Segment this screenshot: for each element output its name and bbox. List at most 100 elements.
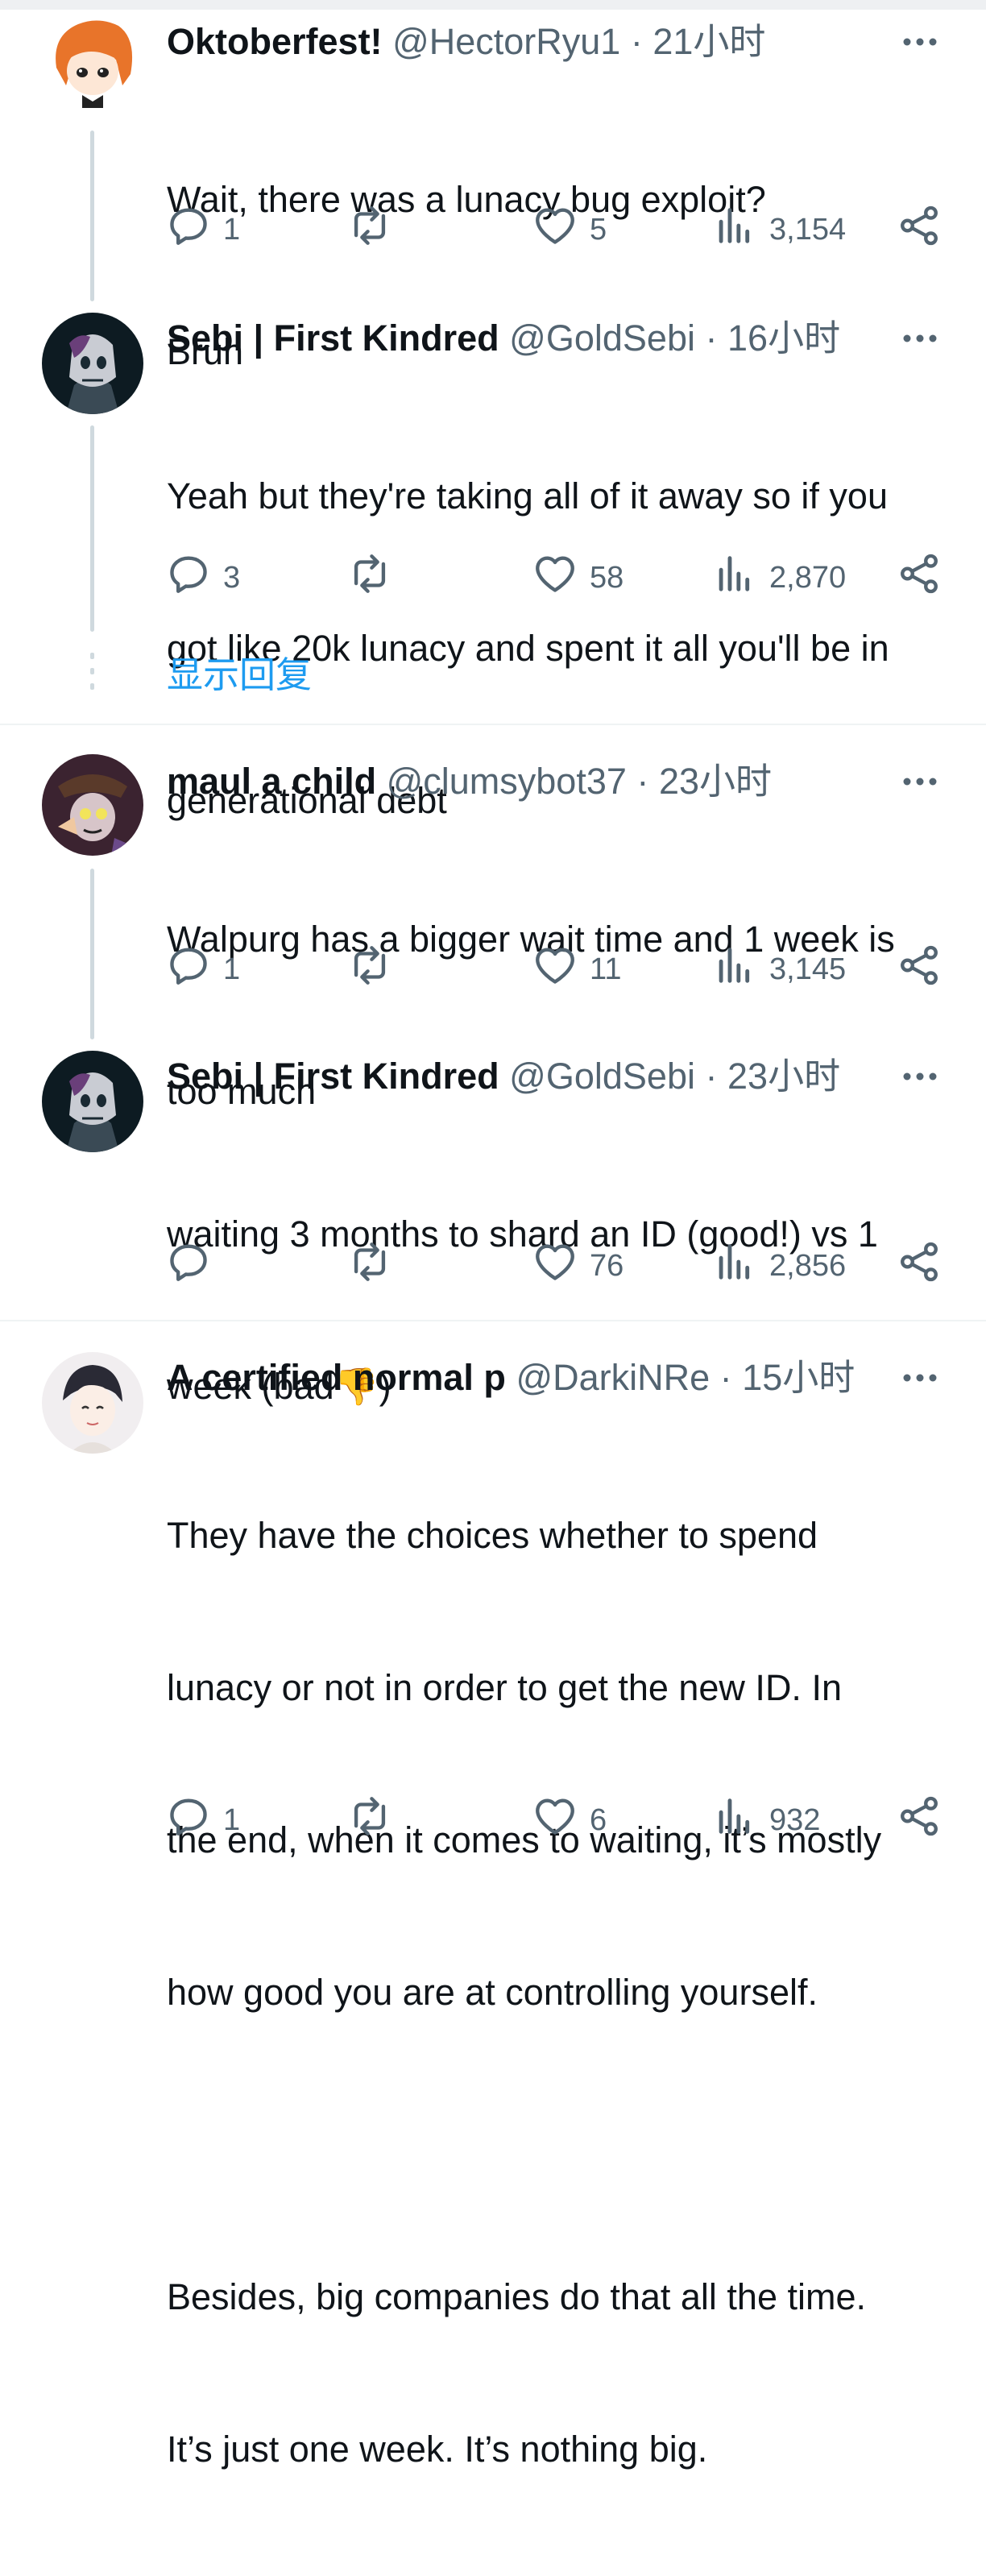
reply-button[interactable] xyxy=(165,1238,223,1294)
tweet-header: Oktoberfest! @HectorRyu1 · 21小时 xyxy=(167,18,986,66)
display-name[interactable]: Sebi | First Kindred xyxy=(167,317,499,359)
reply-button[interactable]: 1 xyxy=(165,201,240,258)
action-bar: 1 11 3,145 xyxy=(0,941,986,998)
user-handle[interactable]: @clumsybot37 xyxy=(387,761,627,802)
user-handle[interactable]: @HectorRyu1 xyxy=(392,21,620,62)
avatar[interactable] xyxy=(42,1352,143,1454)
more-icon[interactable] xyxy=(896,18,944,66)
retweet-button[interactable] xyxy=(346,941,404,998)
avatar[interactable] xyxy=(42,11,143,113)
reply-icon xyxy=(165,202,212,257)
user-handle[interactable]: @DarkiNRe xyxy=(516,1354,710,1402)
reply-count: 1 xyxy=(223,952,241,986)
display-name[interactable]: Oktoberfest! xyxy=(167,21,383,62)
retweet-button[interactable] xyxy=(346,1238,404,1294)
retweet-button[interactable] xyxy=(346,1792,404,1848)
avatar[interactable] xyxy=(42,754,143,856)
tweet-text-line: Besides, big companies do that all the t… xyxy=(167,2276,866,2317)
more-icon[interactable] xyxy=(896,757,944,806)
views-count: 2,856 xyxy=(769,1248,847,1283)
share-icon xyxy=(896,942,942,997)
more-icon[interactable] xyxy=(896,1354,944,1402)
show-replies-link[interactable]: 显示回复 xyxy=(167,651,312,699)
display-name[interactable]: maul a child xyxy=(167,761,376,802)
share-icon xyxy=(896,1238,942,1293)
share-icon xyxy=(896,1793,942,1848)
like-button[interactable]: 58 xyxy=(532,550,624,606)
timestamp[interactable]: 23小时 xyxy=(727,1056,840,1097)
more-icon[interactable] xyxy=(896,1052,944,1101)
views-button[interactable]: 3,145 xyxy=(711,941,846,998)
tweet-header: A certified normal p @DarkiNRe · 15小时 xyxy=(167,1354,986,1402)
separator-dot: · xyxy=(705,1056,718,1097)
reply-icon xyxy=(165,1238,212,1293)
divider xyxy=(0,724,986,725)
avatar[interactable] xyxy=(42,1051,143,1152)
like-button[interactable]: 5 xyxy=(532,201,607,258)
reply-icon xyxy=(165,1793,212,1848)
views-button[interactable]: 3,154 xyxy=(711,201,846,258)
retweet-button[interactable] xyxy=(346,550,404,606)
like-count: 5 xyxy=(590,212,607,247)
timestamp[interactable]: 15小时 xyxy=(742,1357,855,1398)
tweet-text-line: They have the choices whether to spend xyxy=(167,1515,818,1556)
views-count: 2,870 xyxy=(769,560,847,595)
views-count: 932 xyxy=(769,1802,821,1837)
user-handle[interactable]: @GoldSebi xyxy=(509,317,695,359)
retweet-icon xyxy=(346,202,393,257)
user-handle[interactable]: @GoldSebi xyxy=(509,1056,695,1097)
display-name[interactable]: Sebi | First Kindred xyxy=(167,1056,499,1097)
more-icon[interactable] xyxy=(896,314,944,363)
tweet-header: Sebi | First Kindred @GoldSebi · 16小时 xyxy=(167,314,986,363)
share-button[interactable] xyxy=(896,1792,942,1848)
views-icon xyxy=(711,1238,758,1293)
reply-count: 3 xyxy=(223,560,241,595)
tweet-text-line xyxy=(167,2119,952,2170)
views-button[interactable]: 2,856 xyxy=(711,1238,846,1294)
retweet-icon xyxy=(346,1793,393,1848)
views-button[interactable]: 2,870 xyxy=(711,550,846,606)
action-bar: 1 5 3,154 xyxy=(0,201,986,258)
heart-icon xyxy=(532,1238,578,1293)
divider xyxy=(0,1320,986,1321)
heart-icon xyxy=(532,550,578,605)
reply-button[interactable]: 3 xyxy=(165,550,240,606)
separator-dot: · xyxy=(636,761,649,802)
reply-icon xyxy=(165,550,212,605)
tweet-text-line: Yeah but they're taking all of it away s… xyxy=(167,475,888,516)
top-edge-bar xyxy=(0,0,986,10)
tweet-text-line: lunacy or not in order to get the new ID… xyxy=(167,1667,842,1708)
reply-button[interactable]: 1 xyxy=(165,1792,240,1848)
avatar[interactable] xyxy=(42,313,143,414)
like-count: 11 xyxy=(590,952,622,986)
reply-count: 1 xyxy=(223,212,241,247)
share-button[interactable] xyxy=(896,1238,942,1294)
views-count: 3,145 xyxy=(769,952,847,986)
reply-count: 1 xyxy=(223,1802,241,1837)
share-button[interactable] xyxy=(896,201,942,258)
views-icon xyxy=(711,942,758,997)
timestamp[interactable]: 23小时 xyxy=(659,761,772,802)
like-count: 6 xyxy=(590,1802,607,1837)
like-button[interactable]: 11 xyxy=(532,941,621,998)
views-button[interactable]: 932 xyxy=(711,1792,820,1848)
tweet-header: maul a child @clumsybot37 · 23小时 xyxy=(167,757,986,806)
tweet-text-line: It’s just one week. It’s nothing big. xyxy=(167,2429,708,2470)
timestamp[interactable]: 16小时 xyxy=(727,317,840,359)
action-bar: 3 58 2,870 xyxy=(0,550,986,606)
retweet-icon xyxy=(346,550,393,605)
timestamp[interactable]: 21小时 xyxy=(652,21,765,62)
heart-icon xyxy=(532,1793,578,1848)
like-button[interactable]: 6 xyxy=(532,1792,607,1848)
separator-dot: · xyxy=(630,21,643,62)
heart-icon xyxy=(532,942,578,997)
reply-button[interactable]: 1 xyxy=(165,941,240,998)
display-name[interactable]: A certified normal p xyxy=(167,1354,506,1402)
share-button[interactable] xyxy=(896,550,942,606)
like-button[interactable]: 76 xyxy=(532,1238,624,1294)
retweet-button[interactable] xyxy=(346,201,404,258)
action-bar: 1 6 932 xyxy=(0,1792,986,1848)
share-button[interactable] xyxy=(896,941,942,998)
views-icon xyxy=(711,550,758,605)
separator-dot: · xyxy=(705,317,718,359)
